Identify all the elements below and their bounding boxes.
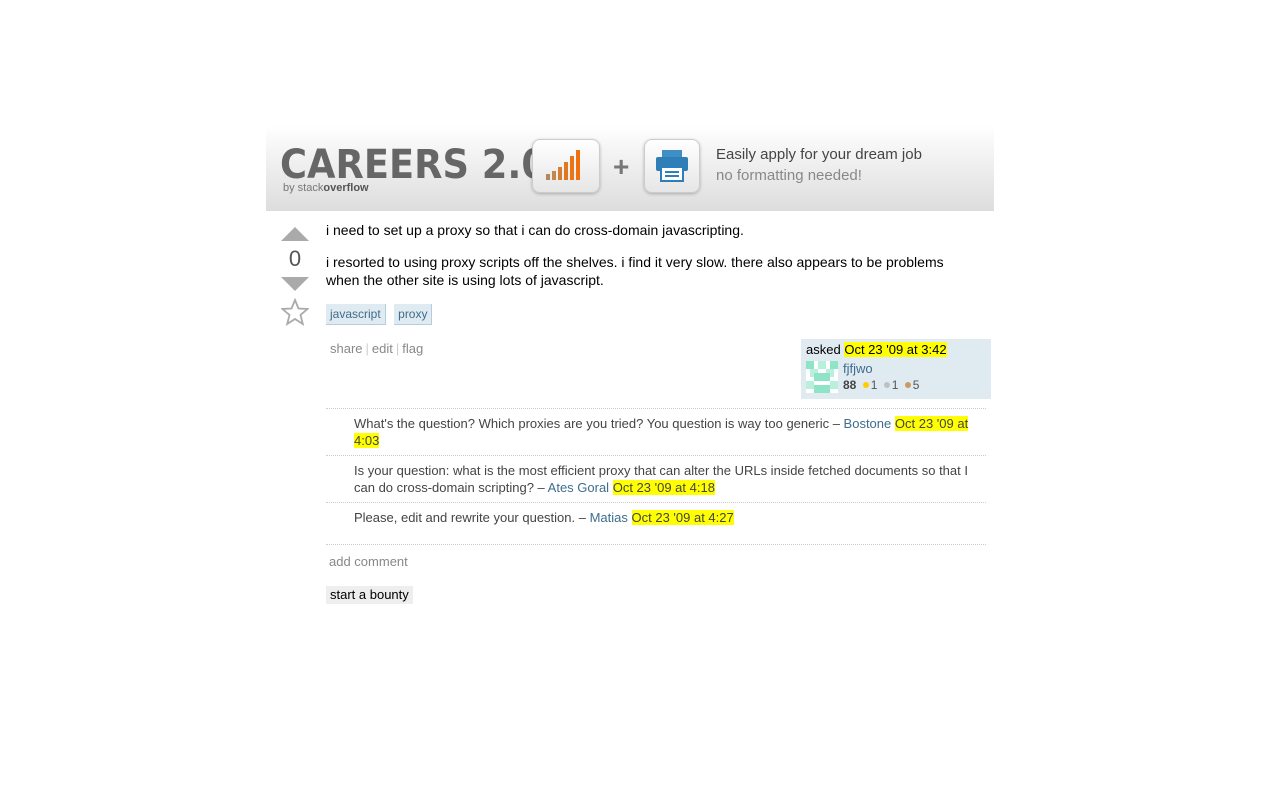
comments-divider [326, 544, 986, 545]
comment-user[interactable]: Ates Goral [548, 480, 609, 495]
question-body: i need to set up a proxy so that i can d… [326, 221, 976, 303]
careers-logo-byline: by stackoverflow [283, 182, 369, 194]
tag-list: javascript proxy [326, 304, 436, 325]
banner-tagline: Easily apply for your dream job [716, 146, 922, 163]
asked-label: asked [806, 342, 841, 357]
careers-logo-title: CAREERS 2.0 [280, 142, 547, 188]
comment-list: What's the question? Which proxies are y… [326, 408, 986, 540]
comment-user[interactable]: Bostone [844, 416, 892, 431]
asked-line: asked Oct 23 '09 at 3:42 [806, 342, 947, 357]
post-menu: share | edit | flag [330, 341, 423, 356]
asked-time: Oct 23 '09 at 3:42 [844, 342, 947, 357]
tag-proxy[interactable]: proxy [394, 304, 433, 325]
question-paragraph: i need to set up a proxy so that i can d… [326, 222, 744, 238]
bronze-badge-icon [904, 382, 911, 388]
flag-link[interactable]: flag [402, 341, 423, 356]
comment-time: Oct 23 '09 at 4:18 [612, 480, 715, 495]
edit-link[interactable]: edit [372, 341, 393, 356]
vote-down-icon[interactable] [281, 277, 309, 296]
gold-badge-count: 1 [870, 378, 878, 392]
banner-subtagline: no formatting needed! [716, 167, 862, 184]
bronze-badge-count: 5 [912, 378, 920, 392]
silver-badge-icon [883, 382, 890, 388]
add-comment-link[interactable]: add comment [329, 554, 408, 569]
comment-text: What's the question? Which proxies are y… [354, 416, 844, 431]
owner-username[interactable]: fjfjwo [843, 361, 873, 376]
owner-signature: asked Oct 23 '09 at 3:42 fjfjwo 88 1 1 5 [801, 339, 991, 399]
share-link[interactable]: share [330, 341, 363, 356]
bar-chart-icon [532, 139, 600, 193]
comment: Is your question: what is the most effic… [326, 456, 986, 503]
comment-time: Oct 23 '09 at 4:27 [631, 510, 734, 525]
menu-separator: | [365, 341, 369, 356]
reputation-score: 88 [843, 378, 857, 392]
tag-javascript[interactable]: javascript [326, 304, 386, 325]
printer-icon [644, 139, 700, 193]
silver-badge-count: 1 [891, 378, 899, 392]
plus-sign: + [613, 151, 630, 182]
comment: What's the question? Which proxies are y… [326, 409, 986, 456]
comment: Please, edit and rewrite your question. … [326, 503, 986, 540]
comment-text: Please, edit and rewrite your question. … [354, 510, 590, 525]
favorite-star-icon[interactable] [280, 297, 310, 331]
comment-user[interactable]: Matias [590, 510, 628, 525]
vote-up-icon[interactable] [281, 227, 309, 246]
vote-count: 0 [288, 246, 302, 271]
menu-separator: | [395, 341, 400, 356]
start-bounty-button[interactable]: start a bounty [326, 586, 413, 604]
avatar[interactable] [806, 361, 838, 393]
careers-banner[interactable]: CAREERS 2.0 by stackoverflow + Easily ap… [266, 125, 994, 211]
question-paragraph: i resorted to using proxy scripts off th… [326, 254, 944, 288]
gold-badge-icon [862, 382, 869, 388]
owner-reputation: 88 1 1 5 [843, 378, 919, 392]
